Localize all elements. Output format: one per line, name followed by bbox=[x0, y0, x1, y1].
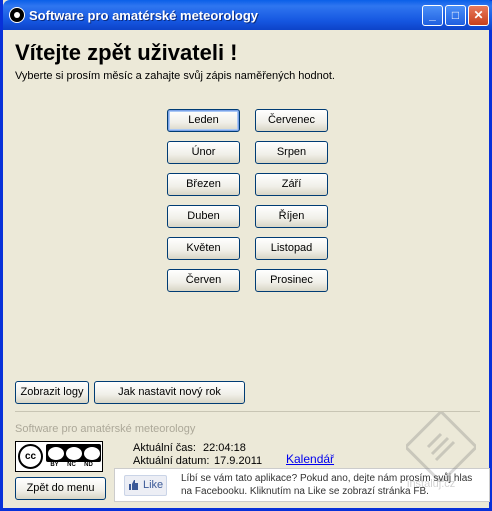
month-button-srpen[interactable]: Srpen bbox=[255, 141, 328, 164]
month-button-kveten[interactable]: Květen bbox=[167, 237, 240, 260]
back-to-menu-button[interactable]: Zpět do menu bbox=[15, 477, 106, 500]
window-title: Software pro amatérské meteorology bbox=[29, 8, 259, 23]
like-label: Like bbox=[143, 479, 164, 491]
show-logs-button[interactable]: Zobrazit logy bbox=[15, 381, 89, 404]
creative-commons-license-icon: cc BY NC ND bbox=[15, 441, 103, 472]
app-icon[interactable] bbox=[9, 7, 25, 23]
minimize-button[interactable]: _ bbox=[422, 5, 443, 26]
app-window: Software pro amatérské meteorology _ □ ✕… bbox=[0, 0, 492, 511]
instructions-text: Vyberte si prosím měsíc a zahajte svůj z… bbox=[15, 70, 335, 82]
time-value: 22:04:18 bbox=[203, 442, 246, 454]
cc-symbols bbox=[46, 444, 101, 462]
noderivs-icon bbox=[84, 447, 100, 460]
thumbs-up-icon bbox=[129, 480, 138, 490]
cc-tags: BY NC ND bbox=[46, 462, 101, 470]
month-button-leden[interactable]: Leden bbox=[167, 109, 240, 132]
page-title: Vítejte zpět uživateli ! bbox=[15, 40, 238, 65]
cc-tag-nd: ND bbox=[84, 462, 93, 468]
cc-tag-nc: NC bbox=[67, 462, 76, 468]
maximize-button[interactable]: □ bbox=[445, 5, 466, 26]
title-bar[interactable]: Software pro amatérské meteorology _ □ ✕ bbox=[3, 0, 492, 30]
month-button-zari[interactable]: Září bbox=[255, 173, 328, 196]
new-year-help-button[interactable]: Jak nastavit nový rok bbox=[94, 381, 245, 404]
like-button[interactable]: Like bbox=[124, 475, 167, 496]
calendar-link[interactable]: Kalendář bbox=[286, 452, 334, 466]
month-button-rijen[interactable]: Říjen bbox=[255, 205, 328, 228]
site-logo-icon bbox=[406, 412, 476, 482]
month-button-cervenec[interactable]: Červenec bbox=[255, 109, 328, 132]
date-label: Aktuální datum: bbox=[133, 455, 210, 467]
month-button-listopad[interactable]: Listopad bbox=[255, 237, 328, 260]
attribution-icon bbox=[48, 447, 64, 460]
month-button-prosinec[interactable]: Prosinec bbox=[255, 269, 328, 292]
time-label: Aktuální čas: bbox=[133, 442, 196, 454]
cc-tag-by: BY bbox=[50, 462, 59, 468]
month-button-unor[interactable]: Únor bbox=[167, 141, 240, 164]
close-button[interactable]: ✕ bbox=[468, 5, 489, 26]
cc-logo-icon: cc bbox=[18, 444, 43, 469]
month-button-duben[interactable]: Duben bbox=[167, 205, 240, 228]
date-value: 17.9.2011 bbox=[214, 455, 263, 467]
app-watermark: Software pro amatérské meteorology bbox=[15, 423, 196, 435]
month-button-cerven[interactable]: Červen bbox=[167, 269, 240, 292]
noncommercial-icon bbox=[66, 447, 82, 460]
site-watermark: instaluj.cz bbox=[407, 478, 456, 490]
month-button-brezen[interactable]: Březen bbox=[167, 173, 240, 196]
